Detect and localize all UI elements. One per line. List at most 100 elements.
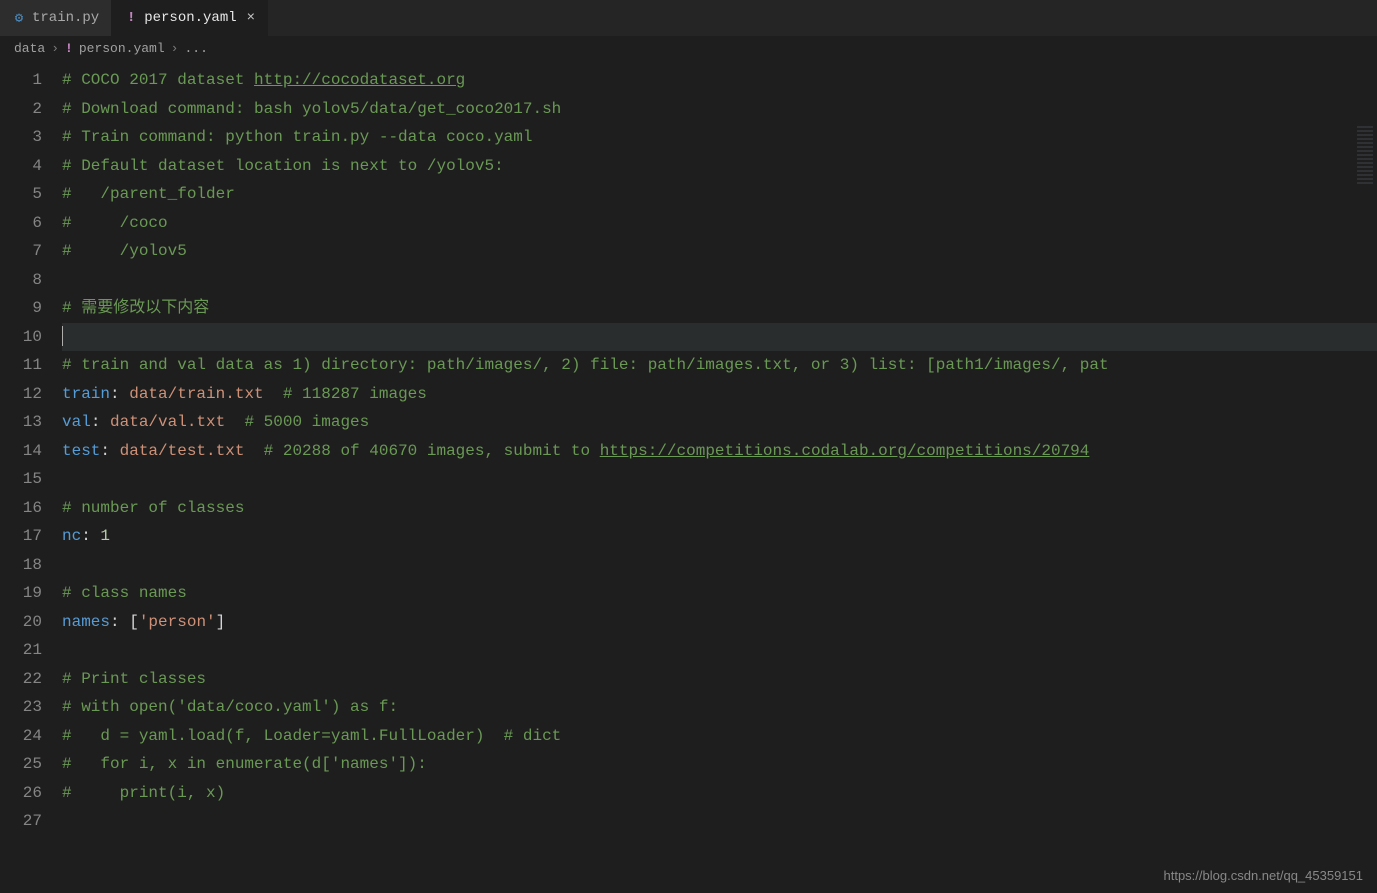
line-number: 23 — [0, 693, 42, 722]
code-token: # number of classes — [62, 499, 244, 517]
line-number: 21 — [0, 636, 42, 665]
line-number: 10 — [0, 323, 42, 352]
code-token: # 需要修改以下内容 — [62, 299, 209, 317]
code-token: # /parent_folder — [62, 185, 235, 203]
chevron-right-icon: › — [51, 41, 59, 56]
code-token — [244, 442, 263, 460]
yaml-icon: ! — [124, 11, 138, 25]
line-number: 22 — [0, 665, 42, 694]
code-line[interactable]: test: data/test.txt # 20288 of 40670 ima… — [62, 437, 1377, 466]
code-token: # /coco — [62, 214, 168, 232]
line-number: 15 — [0, 465, 42, 494]
text-cursor — [62, 326, 63, 346]
code-token: # 118287 images — [283, 385, 427, 403]
line-number: 13 — [0, 408, 42, 437]
code-line[interactable]: # /yolov5 — [62, 237, 1377, 266]
code-line[interactable]: # COCO 2017 dataset http://cocodataset.o… — [62, 66, 1377, 95]
tab-person-yaml[interactable]: ! person.yaml × — [112, 0, 268, 36]
code-token: http://cocodataset.org — [254, 71, 465, 89]
code-line[interactable]: # with open('data/coco.yaml') as f: — [62, 693, 1377, 722]
line-number: 4 — [0, 152, 42, 181]
code-token: test — [62, 442, 100, 460]
code-token: # COCO 2017 dataset — [62, 71, 254, 89]
code-token: # Download command: bash yolov5/data/get… — [62, 100, 561, 118]
code-token — [225, 413, 244, 431]
code-token: nc — [62, 527, 81, 545]
code-line[interactable] — [62, 465, 1377, 494]
code-token: : — [81, 527, 100, 545]
line-number: 24 — [0, 722, 42, 751]
code-line[interactable]: # Download command: bash yolov5/data/get… — [62, 95, 1377, 124]
code-line[interactable]: # /parent_folder — [62, 180, 1377, 209]
code-line[interactable] — [62, 807, 1377, 836]
code-token: data/val.txt — [110, 413, 225, 431]
code-token: https://competitions.codalab.org/competi… — [600, 442, 1090, 460]
code-line[interactable]: # d = yaml.load(f, Loader=yaml.FullLoade… — [62, 722, 1377, 751]
breadcrumb-folder[interactable]: data — [14, 41, 45, 56]
code-line[interactable]: val: data/val.txt # 5000 images — [62, 408, 1377, 437]
code-token: # d = yaml.load(f, Loader=yaml.FullLoade… — [62, 727, 561, 745]
line-number: 6 — [0, 209, 42, 238]
line-number: 7 — [0, 237, 42, 266]
code-token: train — [62, 385, 110, 403]
code-line[interactable]: # 需要修改以下内容 — [62, 294, 1377, 323]
code-token: # class names — [62, 584, 187, 602]
tab-train-py[interactable]: ⚙ train.py — [0, 0, 112, 36]
breadcrumb[interactable]: data › ! person.yaml › ... — [0, 36, 1377, 60]
code-line[interactable]: # Train command: python train.py --data … — [62, 123, 1377, 152]
line-number-gutter: 1234567891011121314151617181920212223242… — [0, 60, 62, 893]
code-line[interactable]: names: ['person'] — [62, 608, 1377, 637]
code-token: # /yolov5 — [62, 242, 187, 260]
line-number: 14 — [0, 437, 42, 466]
line-number: 5 — [0, 180, 42, 209]
code-line[interactable]: # Print classes — [62, 665, 1377, 694]
close-icon[interactable]: × — [247, 10, 255, 26]
code-line[interactable]: # Default dataset location is next to /y… — [62, 152, 1377, 181]
watermark: https://blog.csdn.net/qq_45359151 — [1164, 868, 1364, 883]
code-line[interactable]: # /coco — [62, 209, 1377, 238]
breadcrumb-more[interactable]: ... — [184, 41, 207, 56]
code-line[interactable]: # print(i, x) — [62, 779, 1377, 808]
code-line[interactable]: nc: 1 — [62, 522, 1377, 551]
code-token: data/test.txt — [120, 442, 245, 460]
tab-label: train.py — [32, 10, 99, 26]
python-icon: ⚙ — [12, 11, 26, 25]
code-area[interactable]: # COCO 2017 dataset http://cocodataset.o… — [62, 60, 1377, 893]
tab-label: person.yaml — [144, 10, 236, 26]
line-number: 25 — [0, 750, 42, 779]
code-line[interactable]: # class names — [62, 579, 1377, 608]
code-line[interactable] — [62, 551, 1377, 580]
code-token: val — [62, 413, 91, 431]
line-number: 26 — [0, 779, 42, 808]
code-token: # for i, x in enumerate(d['names']): — [62, 755, 427, 773]
code-token: names — [62, 613, 110, 631]
code-token: ] — [216, 613, 226, 631]
line-number: 11 — [0, 351, 42, 380]
code-token: # with open('data/coco.yaml') as f: — [62, 698, 398, 716]
editor[interactable]: 1234567891011121314151617181920212223242… — [0, 60, 1377, 893]
line-number: 1 — [0, 66, 42, 95]
chevron-right-icon: › — [171, 41, 179, 56]
code-token: 'person' — [139, 613, 216, 631]
code-token: # 5000 images — [244, 413, 369, 431]
code-line[interactable]: # train and val data as 1) directory: pa… — [62, 351, 1377, 380]
code-line[interactable] — [62, 323, 1377, 352]
code-line[interactable]: train: data/train.txt # 118287 images — [62, 380, 1377, 409]
line-number: 3 — [0, 123, 42, 152]
code-token — [264, 385, 283, 403]
code-line[interactable]: # for i, x in enumerate(d['names']): — [62, 750, 1377, 779]
breadcrumb-file[interactable]: person.yaml — [79, 41, 165, 56]
code-line[interactable]: # number of classes — [62, 494, 1377, 523]
code-token: # Default dataset location is next to /y… — [62, 157, 504, 175]
minimap[interactable] — [1357, 126, 1373, 186]
line-number: 19 — [0, 579, 42, 608]
code-line[interactable] — [62, 636, 1377, 665]
code-token: # train and val data as 1) directory: pa… — [62, 356, 1109, 374]
code-token: # print(i, x) — [62, 784, 225, 802]
line-number: 17 — [0, 522, 42, 551]
line-number: 9 — [0, 294, 42, 323]
line-number: 12 — [0, 380, 42, 409]
code-token: # Train command: python train.py --data … — [62, 128, 532, 146]
yaml-icon: ! — [65, 41, 73, 56]
code-line[interactable] — [62, 266, 1377, 295]
